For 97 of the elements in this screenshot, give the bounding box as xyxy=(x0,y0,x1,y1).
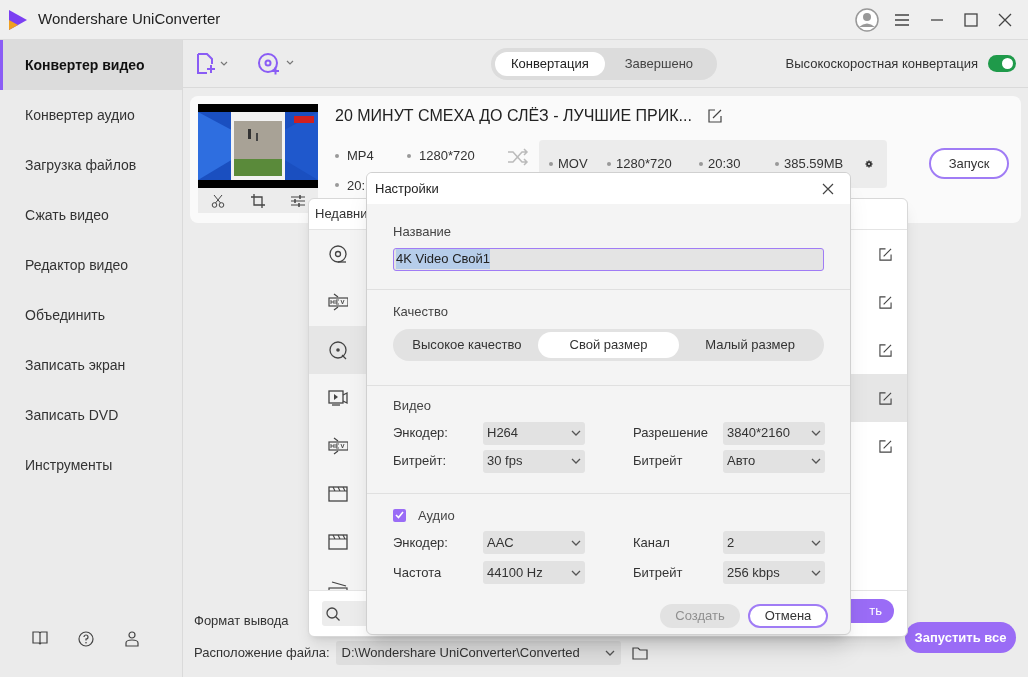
fast-conversion-toggle[interactable] xyxy=(988,55,1016,72)
chevron-down-icon xyxy=(571,458,581,464)
popup-header: Недавни xyxy=(315,205,368,224)
format-category[interactable] xyxy=(309,278,367,326)
video-format-icon xyxy=(328,436,348,456)
dropdown[interactable]: 3840*2160 xyxy=(723,421,825,445)
help-icon[interactable] xyxy=(78,631,94,647)
close-icon[interactable] xyxy=(822,182,834,195)
edit-icon[interactable] xyxy=(879,247,892,261)
dropdown[interactable]: Авто xyxy=(723,449,825,473)
dropdown[interactable]: 44100 Hz xyxy=(483,561,585,584)
file-location-label: Расположение файла: xyxy=(194,644,330,663)
dropdown[interactable]: AAC xyxy=(483,531,585,554)
audio-label: Аудио xyxy=(418,506,455,525)
account-icon[interactable] xyxy=(854,6,880,33)
name-label: Название xyxy=(393,223,453,241)
field-label: Канал xyxy=(633,533,671,552)
sidebar-item[interactable]: Редактор видео xyxy=(0,240,182,290)
quality-label: Качество xyxy=(393,302,449,321)
quality-option[interactable]: Высокое качество xyxy=(396,332,538,358)
users-icon[interactable] xyxy=(124,631,140,647)
chevron-down-icon xyxy=(811,539,821,546)
name-field[interactable]: 4K Video Свой1 xyxy=(393,247,824,271)
field-label: Частота xyxy=(393,563,443,582)
clapperboard-icon xyxy=(328,484,348,504)
edit-icon[interactable] xyxy=(707,109,722,123)
close-icon[interactable] xyxy=(998,12,1012,27)
target-info: 385.59MB xyxy=(784,155,844,174)
crop-icon[interactable] xyxy=(251,193,265,208)
fast-conversion-label: Высокоскоростная конвертация xyxy=(785,54,978,73)
format-category[interactable] xyxy=(309,374,367,422)
sliders-icon[interactable] xyxy=(291,193,305,208)
chevron-down-icon xyxy=(571,569,581,576)
tab[interactable]: Завершено xyxy=(604,51,714,76)
sidebar-item[interactable]: Сжать видео xyxy=(0,190,182,240)
target-info: MOV xyxy=(558,155,588,174)
dialog-title: Настройки xyxy=(375,179,439,198)
target-info: 1280*720 xyxy=(616,155,672,174)
chevron-down-icon xyxy=(811,458,821,464)
add-disc-icon[interactable] xyxy=(257,51,295,76)
output-format-label: Формат вывода xyxy=(194,612,289,631)
tab[interactable]: Конвертация xyxy=(495,51,605,76)
edit-icon[interactable] xyxy=(879,295,892,309)
dropdown[interactable]: H264 xyxy=(483,421,585,445)
sidebar-item[interactable]: Записать экран xyxy=(0,340,182,390)
maximize-icon[interactable] xyxy=(964,12,978,27)
menu-icon[interactable] xyxy=(894,12,910,27)
video-camera-icon xyxy=(328,388,348,408)
shuffle-icon xyxy=(507,148,529,166)
audio-checkbox[interactable] xyxy=(393,508,406,522)
dialog-button[interactable]: Отмена xyxy=(748,604,828,628)
add-file-icon[interactable] xyxy=(195,52,229,75)
start-all-button[interactable]: Запустить все xyxy=(905,622,1016,653)
source-info: 20: xyxy=(347,176,366,195)
sidebar-item[interactable]: Конвертер аудио xyxy=(0,90,182,140)
sidebar-item[interactable]: Инструменты xyxy=(0,440,182,490)
target-info: 20:30 xyxy=(708,155,741,174)
edit-icon[interactable] xyxy=(879,439,892,453)
edit-icon[interactable] xyxy=(879,391,892,405)
file-location-dropdown[interactable]: D:\Wondershare UniConverter\Converted xyxy=(335,641,621,665)
edit-icon[interactable] xyxy=(879,343,892,357)
field-label: Битрейт xyxy=(633,452,684,471)
chevron-down-icon xyxy=(811,430,821,436)
video-format-icon xyxy=(328,292,348,312)
disc-icon xyxy=(328,340,348,360)
chevron-down-icon xyxy=(604,650,615,656)
quality-option[interactable]: Малый размер xyxy=(679,332,821,358)
field-label: Битрейт xyxy=(633,563,684,582)
field-label: Энкодер: xyxy=(393,424,449,443)
sidebar-item[interactable]: Записать DVD xyxy=(0,390,182,440)
source-info: MP4 xyxy=(347,147,374,165)
clapperboard-icon xyxy=(328,532,348,552)
quality-option[interactable]: Свой размер xyxy=(537,332,680,358)
book-icon[interactable] xyxy=(32,631,48,645)
chevron-down-icon xyxy=(571,539,581,546)
field-label: Разрешение xyxy=(633,424,710,443)
disc-icon xyxy=(328,244,348,264)
dropdown[interactable]: 256 kbps xyxy=(723,561,825,584)
format-category[interactable] xyxy=(309,230,367,278)
chevron-down-icon xyxy=(571,430,581,436)
video-label: Видео xyxy=(393,397,432,415)
format-category[interactable] xyxy=(309,326,367,374)
scissors-icon[interactable] xyxy=(211,193,225,208)
dropdown[interactable]: 2 xyxy=(723,531,825,554)
chevron-down-icon xyxy=(811,569,821,576)
sidebar-item[interactable]: Объединить xyxy=(0,290,182,340)
field-label: Битрейт: xyxy=(393,452,448,471)
field-label: Энкодер: xyxy=(393,533,449,552)
sidebar-item[interactable]: Конвертер видео xyxy=(0,40,182,90)
file-title: 20 МИНУТ СМЕХА ДО СЛЁЗ - ЛУЧШИЕ ПРИК... xyxy=(335,106,692,126)
start-button[interactable]: Запуск xyxy=(929,148,1009,179)
search-icon xyxy=(326,606,340,621)
folder-icon[interactable] xyxy=(631,646,648,660)
dropdown[interactable]: 30 fps xyxy=(483,449,585,473)
sidebar-item[interactable]: Загрузка файлов xyxy=(0,140,182,190)
source-info: 1280*720 xyxy=(419,147,475,165)
window-title: Wondershare UniConverter xyxy=(38,9,221,30)
